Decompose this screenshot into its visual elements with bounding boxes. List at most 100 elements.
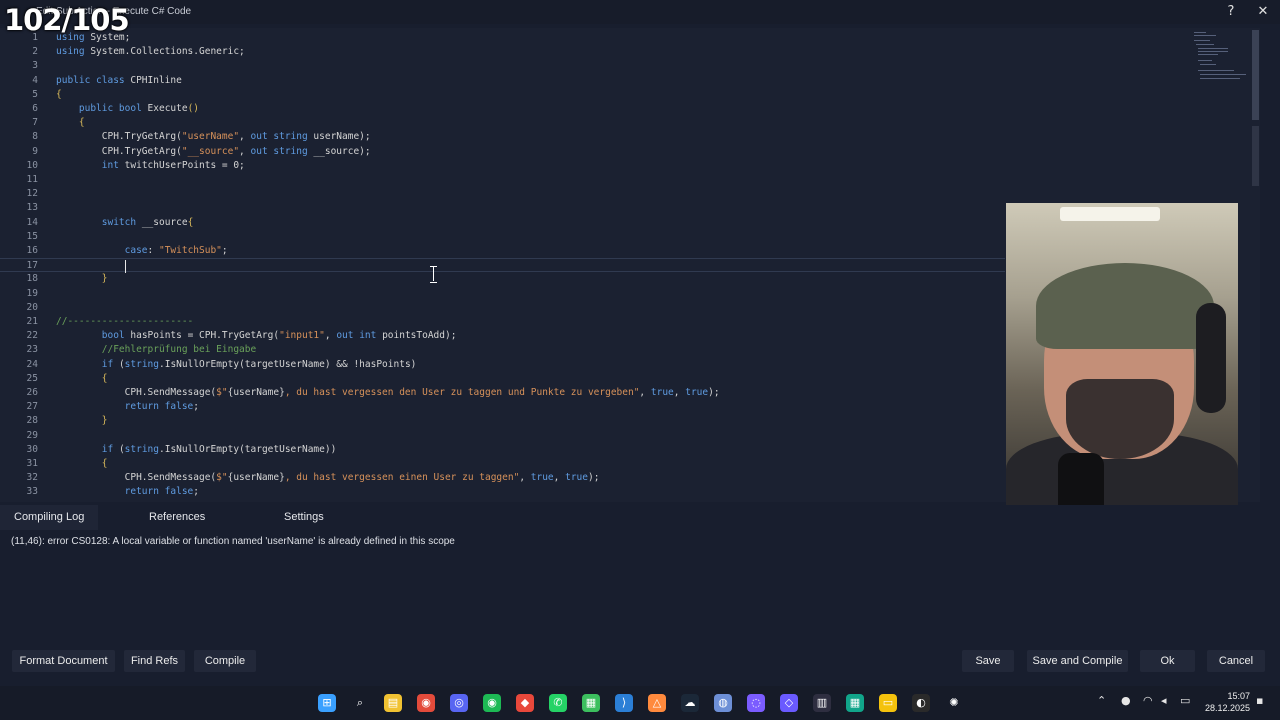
code-line[interactable]: 33 return false; — [0, 485, 1005, 499]
code-line[interactable]: 13 — [0, 201, 1005, 215]
code-line[interactable]: 5{ — [0, 88, 1005, 102]
code-line[interactable]: 32 CPH.SendMessage($"{userName}, du hast… — [0, 471, 1005, 485]
code-text[interactable]: //Fehlerprüfung bei Eingabe — [56, 343, 256, 357]
code-text[interactable]: int twitchUserPoints = 0; — [56, 159, 245, 173]
code-line[interactable]: 7 { — [0, 116, 1005, 130]
tab-compiling-log[interactable]: Compiling Log — [0, 505, 99, 530]
find-refs-button[interactable]: Find Refs — [124, 650, 185, 672]
volume-icon[interactable]: ◂ — [1161, 694, 1167, 707]
code-line[interactable]: 21 //---------------------- — [0, 315, 1005, 329]
code-line[interactable]: 14 switch __source{ — [0, 216, 1005, 230]
whatsapp-icon[interactable]: ✆ — [549, 694, 567, 712]
code-line[interactable]: 30 if (string.IsNullOrEmpty(targetUserNa… — [0, 443, 1005, 457]
code-line[interactable]: 29 — [0, 429, 1005, 443]
code-line[interactable]: 16 case: "TwitchSub"; — [0, 244, 1005, 258]
code-line[interactable]: 18 } — [0, 272, 1005, 286]
sticky-notes-icon[interactable]: ▭ — [879, 694, 897, 712]
person-cap — [1036, 263, 1214, 349]
code-line[interactable]: 10 int twitchUserPoints = 0; — [0, 159, 1005, 173]
code-line[interactable]: 23 //Fehlerprüfung bei Eingabe — [0, 343, 1005, 357]
code-text[interactable]: CPH.SendMessage($"{userName}, du hast ve… — [56, 471, 600, 485]
code-text[interactable]: if (string.IsNullOrEmpty(targetUserName)… — [56, 443, 337, 457]
code-text[interactable]: CPH.TryGetArg("__source", out string __s… — [56, 145, 371, 159]
code-line[interactable]: 4 public class CPHInline — [0, 74, 1005, 88]
code-minimap[interactable] — [1192, 30, 1248, 82]
close-icon[interactable]: ✕ — [1252, 3, 1274, 21]
code-text[interactable]: CPH.TryGetArg("userName", out string use… — [56, 130, 371, 144]
code-line[interactable]: 25 { — [0, 372, 1005, 386]
clock-date: 28.12.2025 — [1204, 703, 1250, 713]
app-red-icon[interactable]: ◆ — [516, 694, 534, 712]
code-line[interactable]: 28 } — [0, 414, 1005, 428]
compile-button[interactable]: Compile — [194, 650, 256, 672]
vscode-icon[interactable]: ⟩ — [615, 694, 633, 712]
battery-icon[interactable]: ▭ — [1180, 694, 1190, 707]
code-line[interactable]: 2 using System.Collections.Generic; — [0, 45, 1005, 59]
code-line[interactable]: 6 public bool Execute() — [0, 102, 1005, 116]
ok-button[interactable]: Ok — [1140, 650, 1195, 672]
code-line[interactable]: 19 — [0, 287, 1005, 301]
search-icon[interactable]: ⌕ — [351, 694, 369, 712]
discord-icon[interactable]: ◎ — [450, 694, 468, 712]
steam-icon[interactable]: ☁ — [681, 694, 699, 712]
microphone-icon[interactable]: ● — [1121, 694, 1131, 707]
notification-icon[interactable]: ▪ — [1256, 694, 1263, 707]
streamerbot-icon[interactable]: ◇ — [780, 694, 798, 712]
code-text[interactable]: { — [56, 88, 62, 102]
code-line[interactable]: 8 CPH.TryGetArg("userName", out string u… — [0, 130, 1005, 144]
code-text[interactable]: } — [56, 414, 108, 428]
tray-overflow-icon[interactable]: ⌃ — [1097, 694, 1106, 707]
app-green-icon[interactable]: ▦ — [582, 694, 600, 712]
app-orange-icon[interactable]: △ — [648, 694, 666, 712]
code-line[interactable]: 17 — [0, 258, 1005, 273]
code-text[interactable]: { — [56, 372, 108, 386]
code-text[interactable]: public class CPHInline — [56, 74, 182, 88]
code-line[interactable]: 27 return false; — [0, 400, 1005, 414]
code-text[interactable]: } — [56, 272, 108, 286]
code-line[interactable]: 26 CPH.SendMessage($"{userName}, du hast… — [0, 386, 1005, 400]
webcam-overlay — [1006, 203, 1238, 517]
taskbar-clock[interactable]: 15:07 28.12.2025 — [1196, 690, 1250, 714]
help-icon[interactable]: ? — [1220, 3, 1242, 21]
tab-references[interactable]: References — [149, 505, 205, 530]
wifi-icon[interactable]: ◠ — [1143, 694, 1153, 707]
windows-start-icon[interactable]: ⊞ — [318, 694, 336, 712]
code-text[interactable]: return false; — [56, 485, 199, 499]
format-document-button[interactable]: Format Document — [12, 650, 115, 672]
code-line[interactable]: 24 if (string.IsNullOrEmpty(targetUserNa… — [0, 358, 1005, 372]
code-line[interactable]: 31 { — [0, 457, 1005, 471]
code-line[interactable]: 12 — [0, 187, 1005, 201]
code-line[interactable]: 1 using System; — [0, 31, 1005, 45]
code-text[interactable]: case: "TwitchSub"; — [56, 244, 228, 258]
save-and-compile-button[interactable]: Save and Compile — [1027, 650, 1128, 672]
code-line[interactable]: 22 bool hasPoints = CPH.TryGetArg("input… — [0, 329, 1005, 343]
obs-icon[interactable]: ◌ — [747, 694, 765, 712]
cancel-button[interactable]: Cancel — [1207, 650, 1265, 672]
chatgpt-icon[interactable]: ✺ — [945, 694, 963, 712]
code-text[interactable]: //---------------------- — [56, 315, 193, 329]
spotify-icon[interactable]: ◉ — [483, 694, 501, 712]
code-text[interactable]: bool hasPoints = CPH.TryGetArg("input1",… — [56, 329, 457, 343]
code-text[interactable]: public bool Execute() — [56, 102, 199, 116]
code-text[interactable]: { — [56, 457, 108, 471]
code-line[interactable]: 3 — [0, 59, 1005, 73]
code-line[interactable]: 11 — [0, 173, 1005, 187]
tab-settings[interactable]: Settings — [284, 505, 324, 530]
editor-scrollbar-thumb[interactable] — [1252, 30, 1259, 120]
audio-app-icon[interactable]: ▥ — [813, 694, 831, 712]
file-explorer-icon[interactable]: ▤ — [384, 694, 402, 712]
code-text[interactable]: switch __source{ — [56, 216, 194, 230]
code-line[interactable]: 15 — [0, 230, 1005, 244]
app-davinci-icon[interactable]: ◐ — [912, 694, 930, 712]
code-text[interactable]: { — [56, 116, 85, 130]
code-text[interactable]: using System.Collections.Generic; — [56, 45, 245, 59]
code-text[interactable]: return false; — [56, 400, 199, 414]
code-text[interactable]: CPH.SendMessage($"{userName}, du hast ve… — [56, 386, 720, 400]
app-blue-icon[interactable]: ◍ — [714, 694, 732, 712]
save-button[interactable]: Save — [962, 650, 1014, 672]
chrome-icon[interactable]: ◉ — [417, 694, 435, 712]
code-text[interactable]: if (string.IsNullOrEmpty(targetUserName)… — [56, 358, 417, 372]
app-teal-icon[interactable]: ▦ — [846, 694, 864, 712]
code-line[interactable]: 20 — [0, 301, 1005, 315]
code-line[interactable]: 9 CPH.TryGetArg("__source", out string _… — [0, 145, 1005, 159]
